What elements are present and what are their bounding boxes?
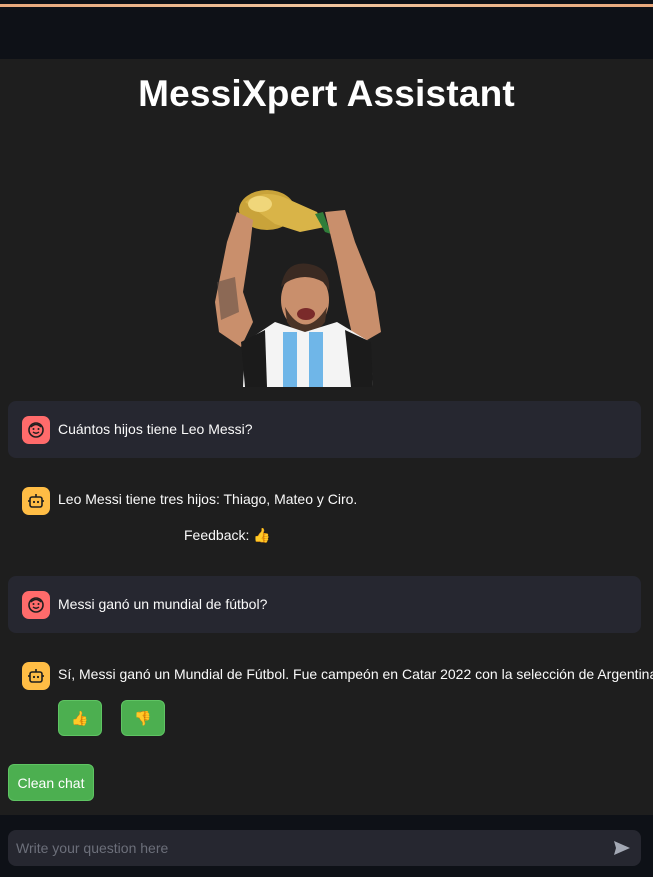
message-text: Sí, Messi ganó un Mundial de Fútbol. Fue… bbox=[58, 666, 653, 682]
thumbs-down-button[interactable]: 👎 bbox=[121, 700, 165, 736]
page-title: MessiXpert Assistant bbox=[138, 73, 515, 114]
chat-message-assistant: Leo Messi tiene tres hijos: Thiago, Mate… bbox=[8, 479, 641, 549]
header-accent-line bbox=[0, 4, 653, 7]
top-header-bar bbox=[0, 0, 653, 59]
user-face-icon bbox=[22, 591, 50, 619]
chat-message-user: Cuántos hijos tiene Leo Messi? bbox=[8, 401, 641, 458]
send-icon[interactable] bbox=[611, 837, 633, 859]
chat-message-user: Messi ganó un mundial de fútbol? bbox=[8, 576, 641, 633]
robot-icon bbox=[22, 487, 50, 515]
message-text: Cuántos hijos tiene Leo Messi? bbox=[58, 421, 253, 437]
user-face-icon bbox=[22, 416, 50, 444]
hero-image bbox=[215, 190, 381, 387]
main-content: MessiXpert Assistant Cuántos hijos tiene… bbox=[0, 59, 653, 815]
bottom-input-bar bbox=[0, 815, 653, 877]
thumbs-up-button[interactable]: 👍 bbox=[58, 700, 102, 736]
chat-input[interactable] bbox=[8, 830, 598, 866]
feedback-label: Feedback: 👍 bbox=[184, 527, 271, 543]
clean-chat-button[interactable]: Clean chat bbox=[8, 764, 94, 801]
chat-message-assistant: Sí, Messi ganó un Mundial de Fútbol. Fue… bbox=[8, 654, 653, 744]
robot-icon bbox=[22, 662, 50, 690]
message-text: Messi ganó un mundial de fútbol? bbox=[58, 596, 268, 612]
message-text: Leo Messi tiene tres hijos: Thiago, Mate… bbox=[58, 491, 358, 507]
chat-input-container bbox=[8, 830, 641, 866]
